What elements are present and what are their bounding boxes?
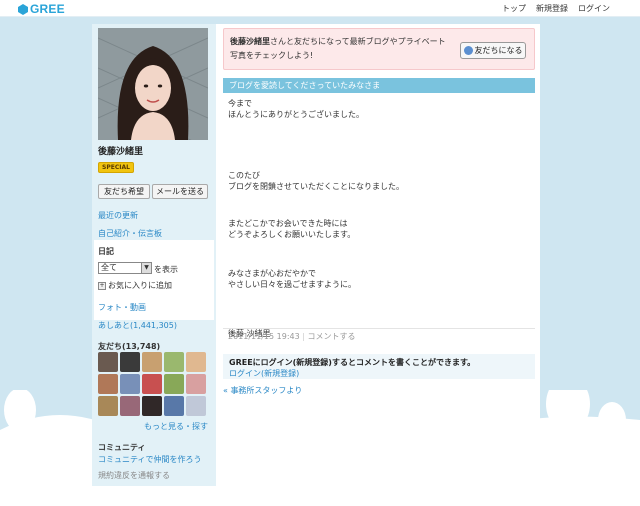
friend-avatar[interactable]	[98, 374, 118, 394]
divider	[223, 328, 535, 329]
top-nav: トップ 新規登録 ログイン	[502, 3, 610, 14]
footprints-link[interactable]: あしあと(1,441,305)	[98, 320, 177, 331]
friend-avatar[interactable]	[120, 374, 140, 394]
friend-avatar[interactable]	[98, 396, 118, 416]
gree-logo[interactable]: GREE	[18, 2, 65, 16]
plus-icon: +	[98, 281, 106, 290]
friend-notice-box: 後藤沙緒里さんと友だちになって最新ブログやプライベート写真をチェックしよう! 友…	[223, 28, 535, 70]
blog-content: 後藤沙緒里さんと友だちになって最新ブログやプライベート写真をチェックしよう! 友…	[220, 24, 538, 486]
notice-name: 後藤沙緒里	[230, 37, 270, 46]
blog-post-title[interactable]: ブログを愛読してくださっていたみなさま	[223, 78, 535, 93]
photo-video-link[interactable]: フォト・動画	[98, 302, 146, 313]
friend-avatar[interactable]	[164, 396, 184, 416]
community-title: コミュニティ	[98, 443, 146, 452]
friend-avatar[interactable]	[120, 352, 140, 372]
user-icon	[463, 46, 473, 55]
nav-login-link[interactable]: ログイン	[578, 3, 610, 14]
self-intro-link[interactable]: 自己紹介・伝言板	[98, 228, 162, 239]
diary-filter-select[interactable]: 全て ▼	[98, 262, 152, 274]
main-container: 後藤沙緒里 SPECIAL 友だち希望 メールを送る 最近の更新 自己紹介・伝言…	[92, 24, 540, 486]
blog-paragraph: みなさまが心おだやかで やさしい日々を過ごせますように。	[228, 269, 356, 289]
blog-paragraph: 今まで ほんとうにありがとうございました。	[228, 99, 364, 119]
send-mail-button[interactable]: メールを送る	[152, 184, 208, 199]
post-meta: 2011/11/15 19:43 | コメントする	[228, 332, 356, 341]
friend-avatar[interactable]	[164, 374, 184, 394]
diary-filter-value: 全て	[101, 263, 117, 272]
friend-avatar-grid	[98, 352, 208, 416]
friend-request-button[interactable]: 友だち希望	[98, 184, 150, 199]
diary-show-label: を表示	[154, 265, 178, 274]
logo-text: GREE	[30, 2, 65, 16]
blog-paragraph: このたび ブログを閉鎖させていただくことになりました。	[228, 171, 404, 191]
become-friend-button[interactable]: 友だちになる	[460, 42, 526, 59]
friend-avatar[interactable]	[120, 396, 140, 416]
see-more-friends-link[interactable]: もっと見る・探す	[144, 421, 208, 432]
friend-avatar[interactable]	[98, 352, 118, 372]
blog-paragraph: またどこかでお会いできた時には どうぞよろしくお願いいたします。	[228, 219, 356, 239]
special-badge: SPECIAL	[98, 162, 134, 173]
login-signup-link[interactable]: ログイン(新規登録)	[229, 368, 299, 379]
nav-top-link[interactable]: トップ	[502, 3, 526, 14]
friend-avatar[interactable]	[164, 352, 184, 372]
add-favorite-link[interactable]: + お気に入りに追加	[98, 280, 172, 291]
friend-avatar[interactable]	[142, 396, 162, 416]
friend-avatar[interactable]	[142, 374, 162, 394]
previous-post-link[interactable]: « 事務所スタッフより	[223, 385, 302, 396]
report-violation-link[interactable]: 規約違反を通報する	[98, 470, 170, 481]
friend-avatar[interactable]	[142, 352, 162, 372]
add-favorite-label: お気に入りに追加	[108, 281, 172, 290]
profile-sidebar: 後藤沙緒里 SPECIAL 友だち希望 メールを送る 最近の更新 自己紹介・伝言…	[92, 24, 216, 486]
login-prompt-box: GREEにログイン(新規登録)するとコメントを書くことができます。 ログイン(新…	[223, 354, 535, 379]
comment-link[interactable]: コメントする	[308, 332, 356, 341]
become-friend-label: 友だちになる	[474, 46, 523, 55]
nav-signup-link[interactable]: 新規登録	[536, 3, 568, 14]
recent-updates-link[interactable]: 最近の更新	[98, 210, 138, 221]
gree-logo-icon	[18, 3, 28, 15]
login-prompt-text: GREEにログイン(新規登録)するとコメントを書くことができます。	[229, 358, 476, 367]
top-bar: GREE トップ 新規登録 ログイン	[0, 0, 640, 17]
friends-title: 友だち(13,748)	[98, 342, 161, 351]
profile-name: 後藤沙緒里	[98, 147, 144, 157]
diary-title: 日記	[98, 247, 114, 256]
friend-notice-text: 後藤沙緒里さんと友だちになって最新ブログやプライベート写真をチェックしよう!	[230, 35, 450, 63]
post-date: 2011/11/15 19:43	[228, 332, 300, 341]
friend-avatar[interactable]	[186, 396, 206, 416]
friend-avatar[interactable]	[186, 352, 206, 372]
friend-avatar[interactable]	[186, 374, 206, 394]
chevron-down-icon[interactable]: ▼	[141, 263, 151, 273]
profile-photo[interactable]	[98, 28, 208, 140]
community-link[interactable]: コミュニティで仲間を作ろう	[98, 454, 202, 465]
